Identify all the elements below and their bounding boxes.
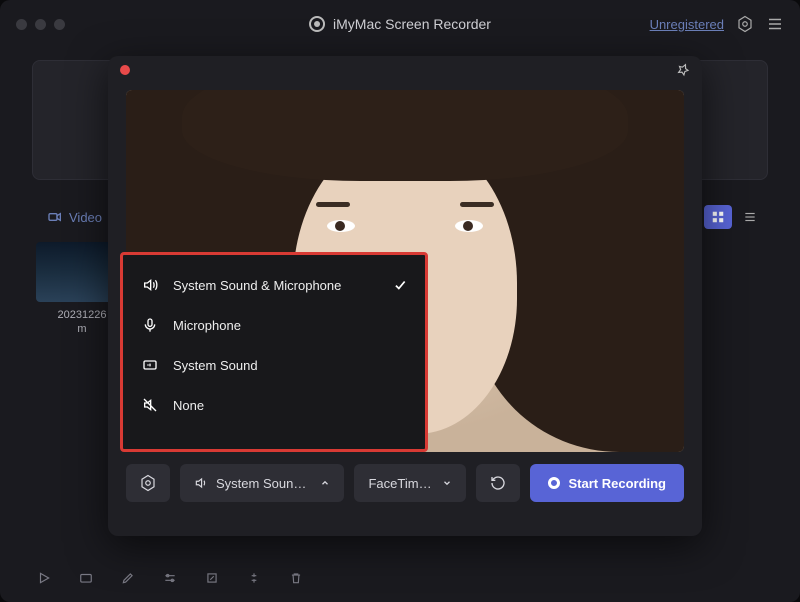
audio-option-system-sound[interactable]: System Sound <box>123 345 425 385</box>
checkmark-icon <box>393 278 407 292</box>
play-icon[interactable] <box>36 570 52 586</box>
settings-gear-icon[interactable] <box>736 15 754 33</box>
folder-icon[interactable] <box>78 570 94 586</box>
audio-option-label: Microphone <box>173 318 241 333</box>
audio-source-dropdown[interactable]: System Sound & Microphone <box>180 464 344 502</box>
start-recording-label: Start Recording <box>568 476 666 491</box>
library-view-switch <box>704 205 764 229</box>
rename-icon[interactable] <box>120 570 136 586</box>
hamburger-menu-icon[interactable] <box>766 15 784 33</box>
edit-icon[interactable] <box>162 570 178 586</box>
zoom-window-button[interactable] <box>54 19 65 30</box>
app-title-text: iMyMac Screen Recorder <box>333 16 491 32</box>
video-camera-icon <box>47 209 63 225</box>
reset-button[interactable] <box>476 464 520 502</box>
grid-view-button[interactable] <box>704 205 732 229</box>
footer-toolbar <box>36 570 304 586</box>
unregistered-link[interactable]: Unregistered <box>650 17 724 32</box>
recorder-panel-header <box>108 56 702 84</box>
audio-source-label: System Sound & Microphone <box>216 476 312 491</box>
audio-option-label: None <box>173 398 204 413</box>
speaker-waves-icon <box>141 277 159 293</box>
camera-source-label: FaceTime … <box>368 476 434 491</box>
system-audio-icon <box>141 357 159 373</box>
app-window: iMyMac Screen Recorder Unregistered Vide… <box>0 0 800 602</box>
compress-icon[interactable] <box>246 570 262 586</box>
recorder-controls: System Sound & Microphone FaceTime … Sta… <box>108 452 702 514</box>
tab-video[interactable]: Video <box>36 202 113 232</box>
close-window-button[interactable] <box>16 19 27 30</box>
window-controls <box>16 19 65 30</box>
camera-source-dropdown[interactable]: FaceTime … <box>354 464 466 502</box>
tab-video-label: Video <box>69 210 102 225</box>
list-view-button[interactable] <box>736 205 764 229</box>
mute-icon <box>141 397 159 413</box>
audio-option-microphone[interactable]: Microphone <box>123 305 425 345</box>
record-indicator-icon <box>120 65 130 75</box>
titlebar-right: Unregistered <box>650 15 784 33</box>
recorder-settings-button[interactable] <box>126 464 170 502</box>
speaker-icon <box>194 476 208 490</box>
record-circle-icon <box>548 477 560 489</box>
audio-option-label: System Sound & Microphone <box>173 278 341 293</box>
audio-option-none[interactable]: None <box>123 385 425 425</box>
chevron-up-icon <box>320 478 330 488</box>
audio-option-label: System Sound <box>173 358 258 373</box>
pin-icon[interactable] <box>676 63 690 77</box>
audio-source-menu: System Sound & Microphone Microphone Sys… <box>120 252 428 452</box>
app-logo-icon <box>309 16 325 32</box>
audio-option-system-and-mic[interactable]: System Sound & Microphone <box>123 265 425 305</box>
chevron-down-icon <box>442 478 452 488</box>
titlebar: iMyMac Screen Recorder Unregistered <box>0 0 800 48</box>
start-recording-button[interactable]: Start Recording <box>530 464 684 502</box>
trash-icon[interactable] <box>288 570 304 586</box>
convert-icon[interactable] <box>204 570 220 586</box>
minimize-window-button[interactable] <box>35 19 46 30</box>
microphone-icon <box>141 317 159 333</box>
app-title: iMyMac Screen Recorder <box>309 16 491 32</box>
